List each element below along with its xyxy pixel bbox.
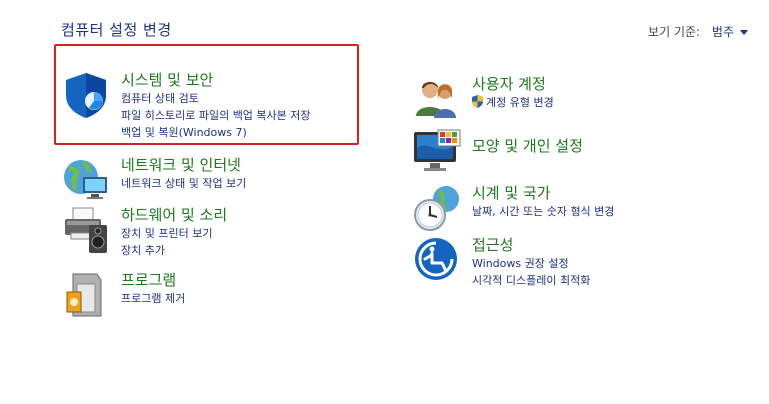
- appearance-personalization-link[interactable]: 모양 및 개인 설정: [472, 136, 583, 156]
- clock-region-link[interactable]: 시계 및 국가: [472, 183, 614, 203]
- view-by-value: 범주: [711, 25, 734, 39]
- network-internet-link[interactable]: 네트워크 및 인터넷: [121, 155, 246, 175]
- programs-box-icon[interactable]: [61, 270, 111, 320]
- change-account-type-link[interactable]: 계정 유형 변경: [472, 94, 554, 111]
- clock-globe-icon[interactable]: [412, 183, 462, 233]
- printer-speaker-icon[interactable]: [61, 205, 111, 255]
- page-title: 컴퓨터 설정 변경: [61, 21, 172, 39]
- review-status-link[interactable]: 컴퓨터 상태 검토: [121, 90, 311, 107]
- uac-shield-icon: [472, 95, 483, 108]
- display-palette-icon[interactable]: [412, 128, 462, 178]
- ease-of-access-link[interactable]: 접근성: [472, 235, 590, 255]
- shield-icon[interactable]: [61, 70, 111, 120]
- view-by-label: 보기 기준:: [648, 25, 701, 39]
- network-status-link[interactable]: 네트워크 상태 및 작업 보기: [121, 175, 246, 192]
- view-by-dropdown[interactable]: 범주: [712, 25, 748, 39]
- hardware-sound-link[interactable]: 하드웨어 및 소리: [121, 205, 227, 225]
- add-device-link[interactable]: 장치 추가: [121, 242, 227, 259]
- file-history-link[interactable]: 파일 히스토리로 파일의 백업 복사본 저장: [121, 107, 311, 124]
- system-security-link[interactable]: 시스템 및 보안: [121, 70, 311, 90]
- devices-printers-link[interactable]: 장치 및 프린터 보기: [121, 225, 227, 242]
- accessibility-icon[interactable]: [412, 235, 462, 285]
- date-time-format-link[interactable]: 날짜, 시간 또는 숫자 형식 변경: [472, 203, 614, 220]
- change-account-type-label: 계정 유형 변경: [486, 96, 554, 109]
- user-accounts-link[interactable]: 사용자 계정: [472, 74, 554, 94]
- recommended-settings-link[interactable]: Windows 권장 설정: [472, 255, 590, 272]
- users-icon[interactable]: [412, 74, 462, 124]
- backup-restore-link[interactable]: 백업 및 복원(Windows 7): [121, 124, 311, 141]
- uninstall-program-link[interactable]: 프로그램 제거: [121, 290, 185, 307]
- optimize-display-link[interactable]: 시각적 디스플레이 최적화: [472, 272, 590, 289]
- network-globe-icon[interactable]: [61, 155, 111, 205]
- chevron-down-icon: [740, 30, 748, 35]
- view-by: 보기 기준: 범주: [648, 23, 748, 40]
- programs-link[interactable]: 프로그램: [121, 270, 185, 290]
